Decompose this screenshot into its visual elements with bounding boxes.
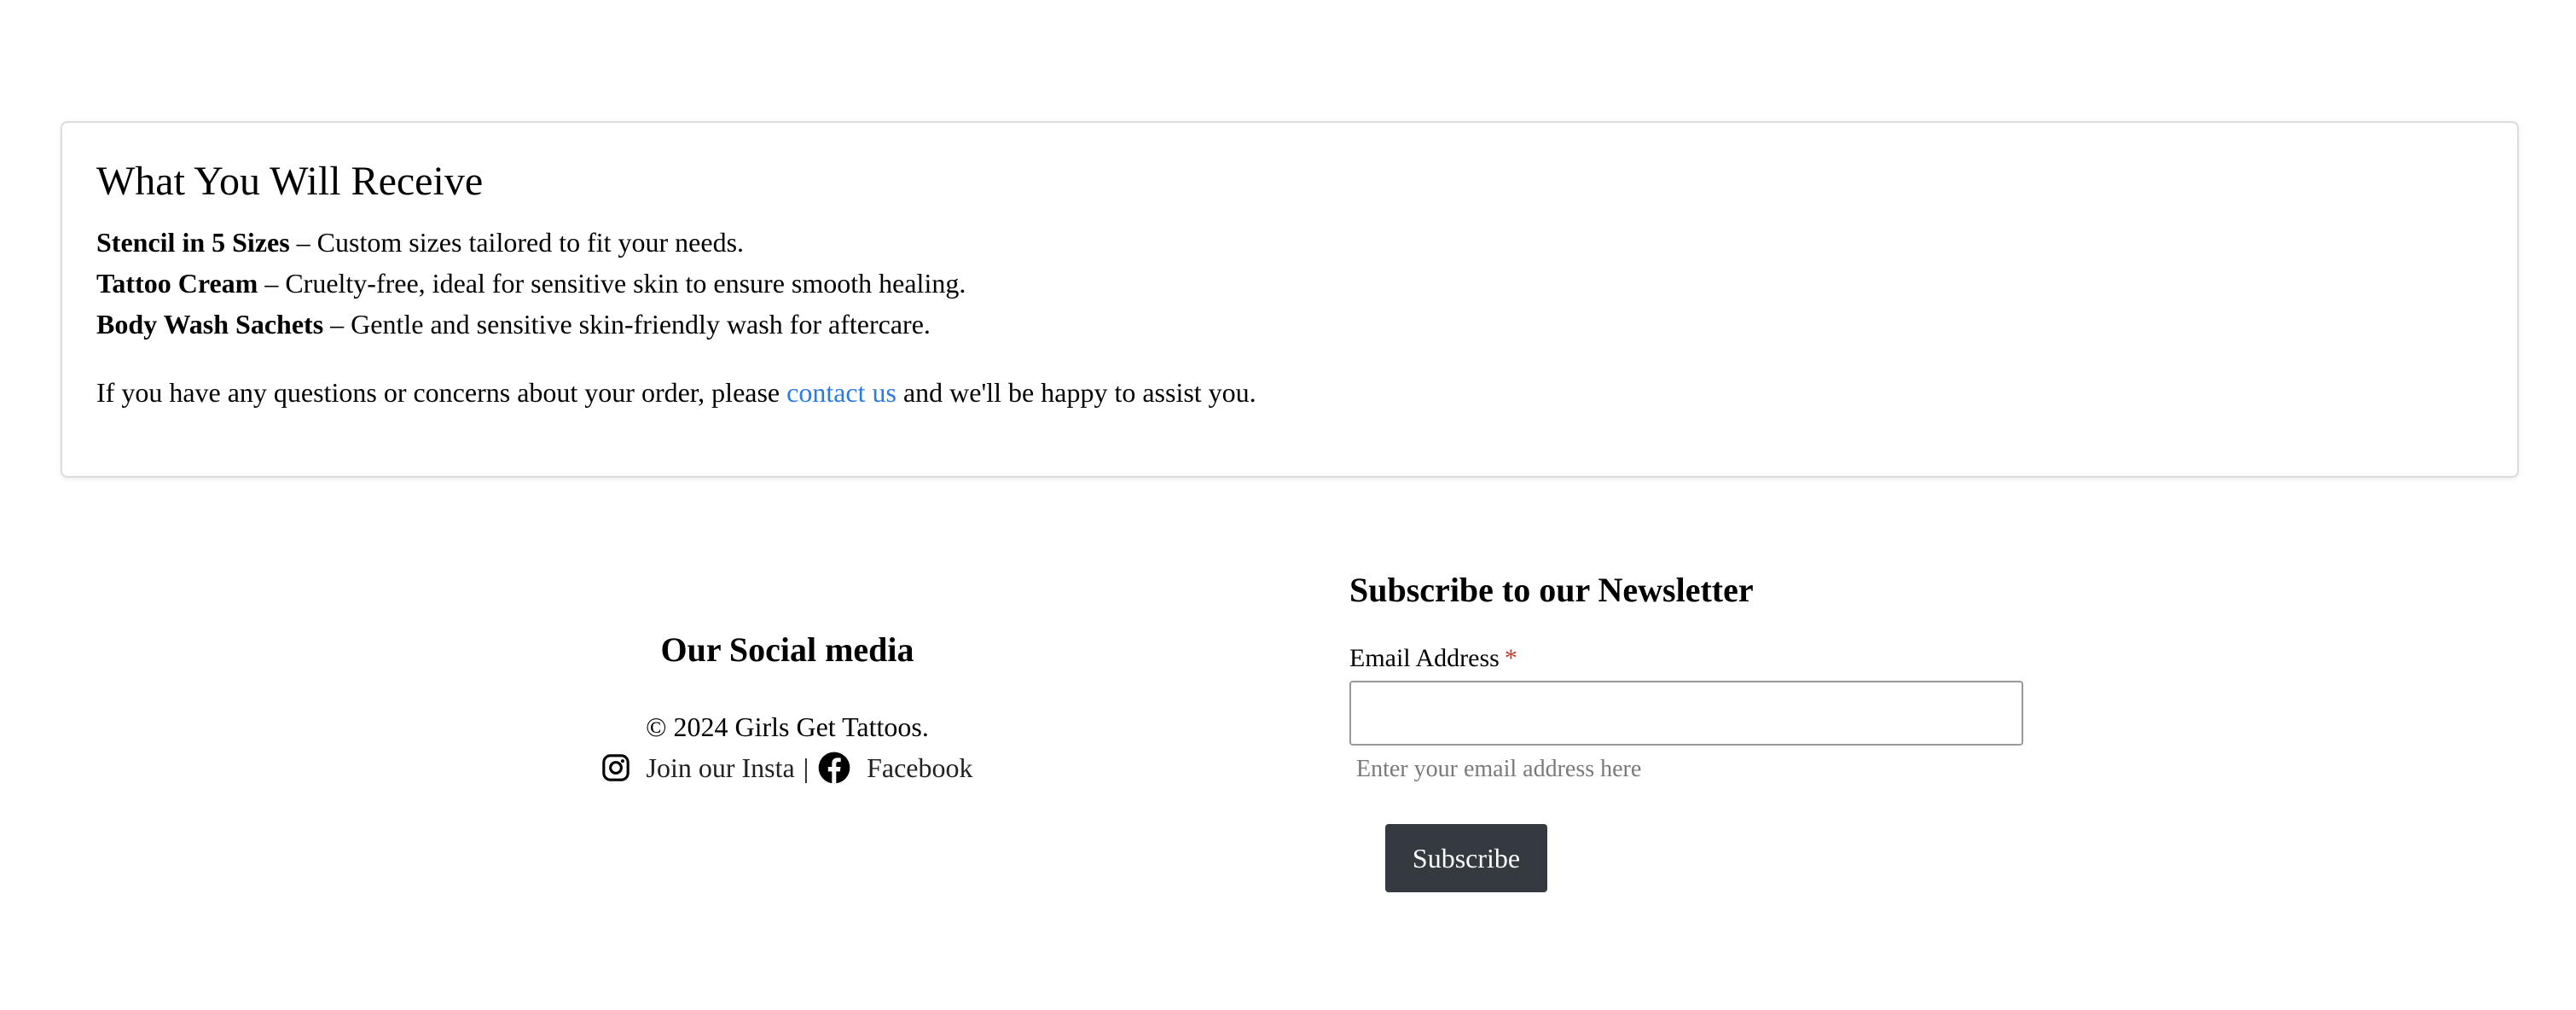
- email-label: Email Address *: [1349, 641, 2023, 676]
- contact-us-link[interactable]: contact us: [786, 377, 896, 408]
- receive-item: Stencil in 5 Sizes – Custom sizes tailor…: [96, 222, 2483, 263]
- subscribe-button[interactable]: Subscribe: [1385, 824, 1547, 892]
- receive-item-name: Tattoo Cream: [96, 267, 258, 299]
- copyright-text: © 2024 Girls Get Tattoos.: [646, 711, 929, 742]
- receive-item: Tattoo Cream – Cruelty-free, ideal for s…: [96, 263, 2483, 304]
- page: What You Will Receive Stencil in 5 Sizes…: [0, 0, 2576, 1010]
- what-you-will-receive-card: What You Will Receive Stencil in 5 Sizes…: [61, 121, 2519, 478]
- social-title: Our Social media: [660, 630, 914, 669]
- instagram-icon: [601, 753, 630, 782]
- email-help-text: Enter your email address here: [1356, 756, 1642, 782]
- facebook-label: Facebook: [867, 752, 973, 783]
- contact-note-before: If you have any questions or concerns ab…: [96, 376, 787, 408]
- social-links: Join our Insta | Facebook: [478, 747, 1097, 788]
- email-field[interactable]: [1349, 681, 2023, 746]
- contact-note: If you have any questions or concerns ab…: [96, 372, 2483, 413]
- instagram-link[interactable]: Join our Insta: [601, 747, 795, 788]
- facebook-icon: [817, 751, 851, 785]
- receive-item-name: Body Wash Sachets: [96, 308, 324, 340]
- receive-item-desc: – Cruelty-free, ideal for sensitive skin…: [258, 267, 966, 299]
- email-label-text: Email Address: [1349, 644, 1500, 672]
- card-title: What You Will Receive: [96, 159, 484, 204]
- newsletter-section: Subscribe to our Newsletter Email Addres…: [1349, 570, 2023, 892]
- link-separator: |: [803, 752, 809, 783]
- receive-item-desc: – Custom sizes tailored to fit your need…: [289, 226, 745, 258]
- contact-note-after: and we'll be happy to assist you.: [896, 376, 1256, 408]
- newsletter-title: Subscribe to our Newsletter: [1349, 571, 1754, 609]
- instagram-label: Join our Insta: [646, 752, 795, 783]
- required-mark: *: [1504, 644, 1517, 672]
- receive-item-name: Stencil in 5 Sizes: [96, 226, 290, 258]
- receive-item-desc: – Gentle and sensitive skin-friendly was…: [323, 308, 931, 340]
- social-media-section: Our Social media © 2024 Girls Get Tattoo…: [478, 630, 1097, 788]
- receive-item: Body Wash Sachets – Gentle and sensitive…: [96, 304, 2483, 345]
- facebook-link[interactable]: Facebook: [817, 747, 973, 788]
